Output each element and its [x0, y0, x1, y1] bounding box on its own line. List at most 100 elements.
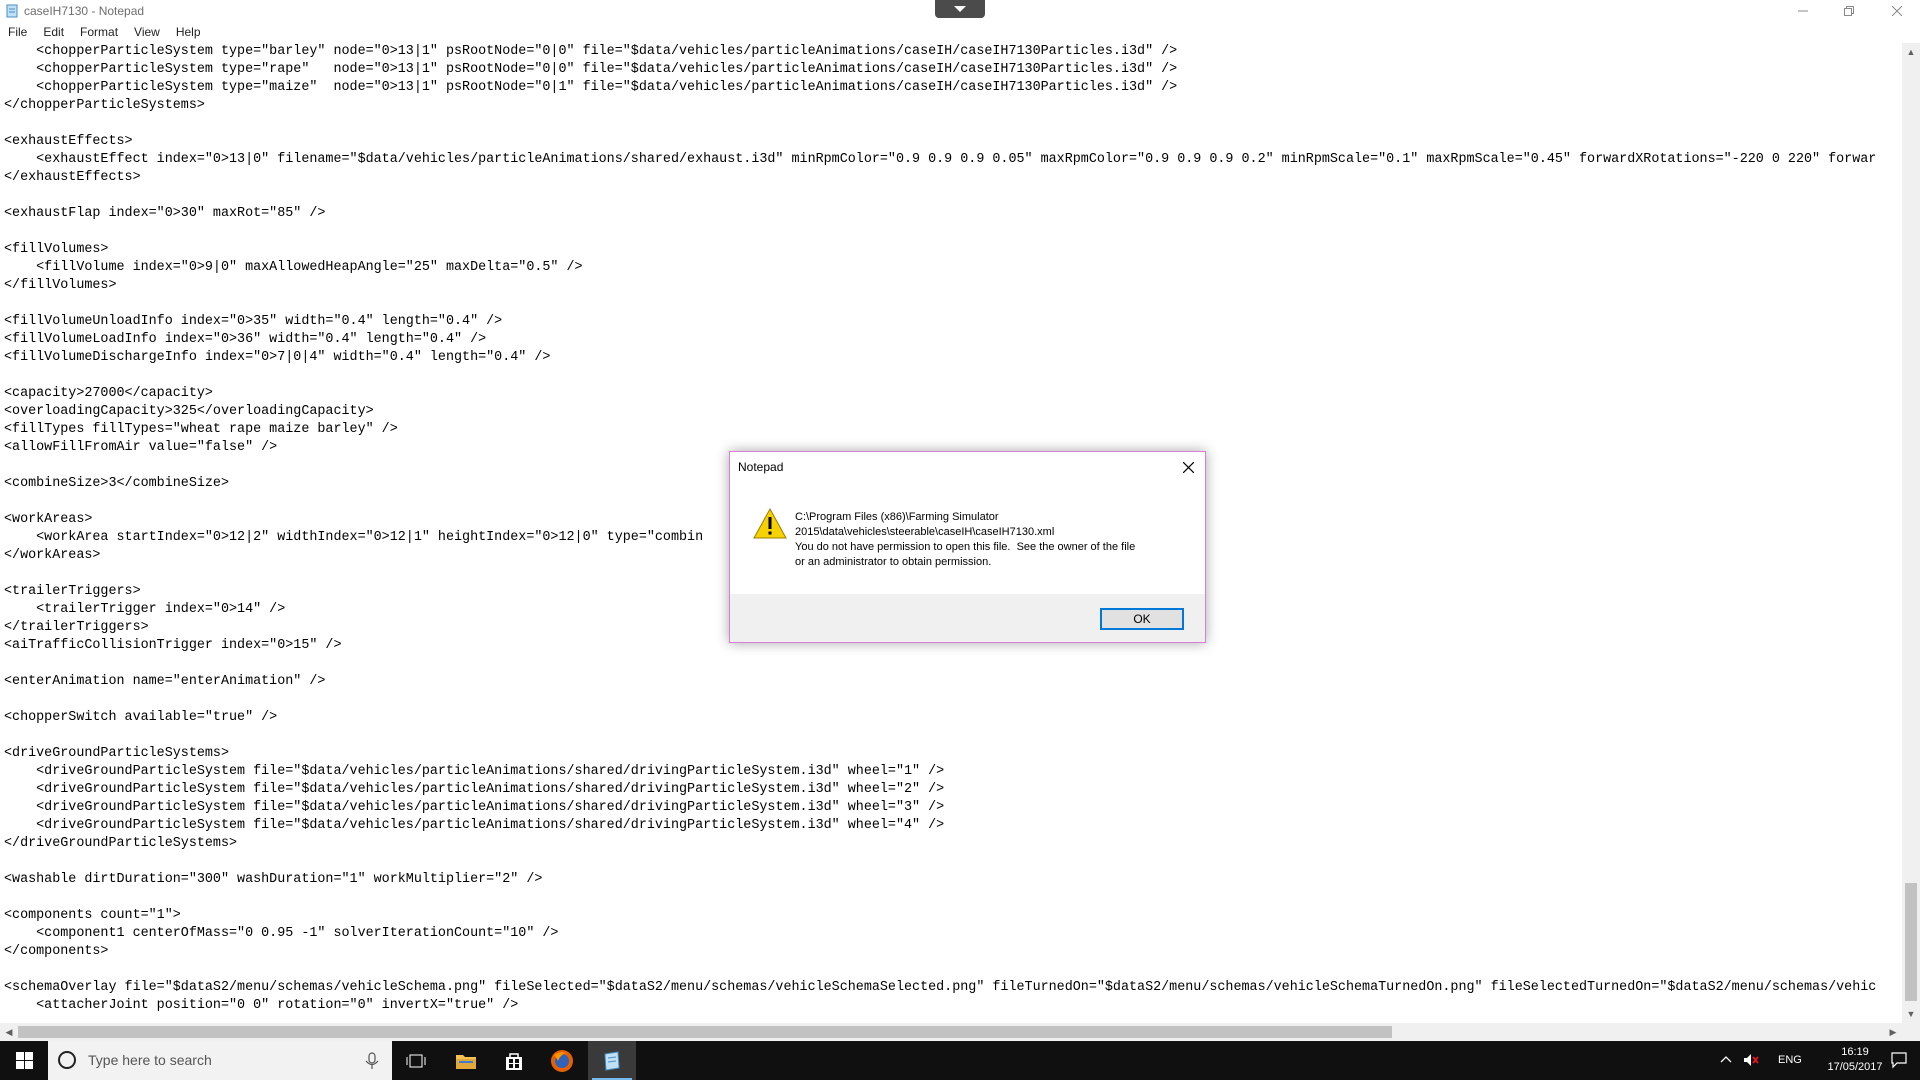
menu-format[interactable]: Format	[72, 25, 126, 39]
code-line: <component1 centerOfMass="0 0.95 -1" sol…	[4, 926, 559, 941]
restore-button[interactable]	[1826, 0, 1872, 22]
message-line: or an administrator to obtain permission…	[795, 556, 992, 568]
window-title: caseIH7130 - Notepad	[24, 4, 145, 18]
microphone-icon[interactable]	[362, 1051, 382, 1071]
code-line: <driveGroundParticleSystem file="$data/v…	[4, 818, 945, 833]
notification-icon[interactable]	[1890, 1051, 1908, 1069]
code-line: <fillVolumeUnloadInfo index="0>35" width…	[4, 314, 503, 329]
code-line: <fillVolumeLoadInfo index="0>36" width="…	[4, 332, 487, 347]
code-line: <driveGroundParticleSystem file="$data/v…	[4, 764, 945, 779]
clock-date: 17/05/2017	[1827, 1061, 1883, 1073]
minimize-icon	[1798, 10, 1808, 12]
notepad-icon	[604, 1050, 620, 1071]
code-line: <washable dirtDuration="300" washDuratio…	[4, 872, 543, 887]
code-line: <fillTypes fillTypes="wheat rape maize b…	[4, 422, 398, 437]
code-line: <driveGroundParticleSystems>	[4, 746, 229, 761]
ok-button[interactable]: OK	[1100, 608, 1184, 630]
start-button[interactable]	[0, 1041, 48, 1080]
code-line: <chopperParticleSystem type="rape" node=…	[4, 62, 1178, 77]
message-line: C:\Program Files (x86)\Farming Simulator	[795, 511, 999, 523]
task-view-button[interactable]	[392, 1041, 440, 1080]
code-line: <enterAnimation name="enterAnimation" />	[4, 674, 326, 689]
code-line: <exhaustFlap index="0>30" maxRot="85" />	[4, 206, 326, 221]
code-line: <chopperParticleSystem type="barley" nod…	[4, 44, 1178, 59]
code-line: </components>	[4, 944, 109, 959]
code-line: <chopperParticleSystem type="maize" node…	[4, 80, 1178, 95]
code-line: <chopperSwitch available="true" />	[4, 710, 278, 725]
message-line: You do not have permission to open this …	[795, 541, 1136, 553]
store-button[interactable]	[490, 1041, 538, 1080]
search-placeholder: Type here to search	[88, 1052, 212, 1068]
taskbar-search-box[interactable]: Type here to search	[48, 1041, 392, 1080]
scroll-left-icon[interactable]: ◀	[0, 1023, 18, 1041]
dialog-footer: OK	[730, 594, 1205, 642]
vertical-scrollbar[interactable]: ▲ ▼	[1902, 43, 1920, 1023]
code-line: <driveGroundParticleSystem file="$data/v…	[4, 782, 945, 797]
menu-help[interactable]: Help	[168, 25, 209, 39]
close-icon	[1182, 461, 1194, 473]
code-line: </chopperParticleSystems>	[4, 98, 205, 113]
volume-mute-icon[interactable]	[1743, 1052, 1759, 1068]
close-icon	[1892, 6, 1902, 16]
notepad-icon	[6, 4, 18, 18]
code-line: <overloadingCapacity>325</overloadingCap…	[4, 404, 374, 419]
language-indicator[interactable]: ENG	[1778, 1054, 1802, 1066]
menu-bar: File Edit Format View Help	[0, 22, 1920, 42]
chevron-up-icon[interactable]	[1720, 1055, 1732, 1063]
code-line: <fillVolumes>	[4, 242, 109, 257]
file-explorer-button[interactable]	[442, 1041, 490, 1080]
task-view-icon	[406, 1054, 426, 1067]
firefox-icon	[551, 1049, 573, 1072]
chevron-down-icon[interactable]	[935, 0, 985, 18]
warning-icon	[753, 508, 787, 539]
close-window-button[interactable]	[1874, 0, 1920, 22]
code-line: <driveGroundParticleSystem file="$data/v…	[4, 800, 945, 815]
code-line: </fillVolumes>	[4, 278, 117, 293]
code-line: <components count="1">	[4, 908, 181, 923]
folder-icon	[456, 1054, 476, 1069]
menu-edit[interactable]: Edit	[35, 25, 72, 39]
store-icon	[506, 1052, 522, 1070]
scrollbar-corner	[1902, 1023, 1920, 1041]
code-line: <exhaustEffect index="0>13|0" filename="…	[4, 152, 1877, 167]
clock-time: 16:19	[1841, 1046, 1869, 1058]
clock[interactable]: 16:19 17/05/2017	[1825, 1045, 1885, 1075]
minimize-button[interactable]	[1780, 0, 1826, 22]
scroll-down-icon[interactable]: ▼	[1902, 1005, 1920, 1023]
message-line: 2015\data\vehicles\steerable\caseIH\case…	[795, 526, 1055, 538]
title-bar: caseIH7130 - Notepad	[0, 0, 1920, 22]
code-line: <fillVolume index="0>9|0" maxAllowedHeap…	[4, 260, 583, 275]
menu-file[interactable]: File	[0, 25, 35, 39]
code-line: <capacity>27000</capacity>	[4, 386, 213, 401]
code-line: <attacherJoint position="0 0" rotation="…	[4, 998, 519, 1013]
code-line: </exhaustEffects>	[4, 170, 141, 185]
horizontal-scrollbar[interactable]: ◀ ▶	[0, 1023, 1902, 1041]
error-dialog: Notepad C:\Program Files (x86)\Farming S…	[729, 451, 1206, 643]
horizontal-scroll-thumb[interactable]	[18, 1026, 1392, 1038]
taskbar: Type here to search ENG 16:19 17/05/2017	[0, 1041, 1920, 1080]
dialog-message: C:\Program Files (x86)\Farming Simulator…	[795, 510, 1190, 570]
scroll-right-icon[interactable]: ▶	[1884, 1023, 1902, 1041]
code-line: <schemaOverlay file="$dataS2/menu/schema…	[4, 980, 1877, 995]
notepad-taskbar-button[interactable]	[588, 1041, 636, 1080]
code-line: <exhaustEffects>	[4, 134, 133, 149]
scroll-up-icon[interactable]: ▲	[1902, 43, 1920, 61]
code-line: </driveGroundParticleSystems>	[4, 836, 238, 851]
cortana-icon	[58, 1051, 76, 1069]
windows-logo-icon	[15, 1052, 33, 1069]
dialog-close-button[interactable]	[1177, 456, 1199, 478]
menu-view[interactable]: View	[126, 25, 168, 39]
vertical-scroll-thumb[interactable]	[1905, 883, 1917, 1001]
firefox-button[interactable]	[538, 1041, 586, 1080]
restore-icon	[1844, 6, 1854, 16]
